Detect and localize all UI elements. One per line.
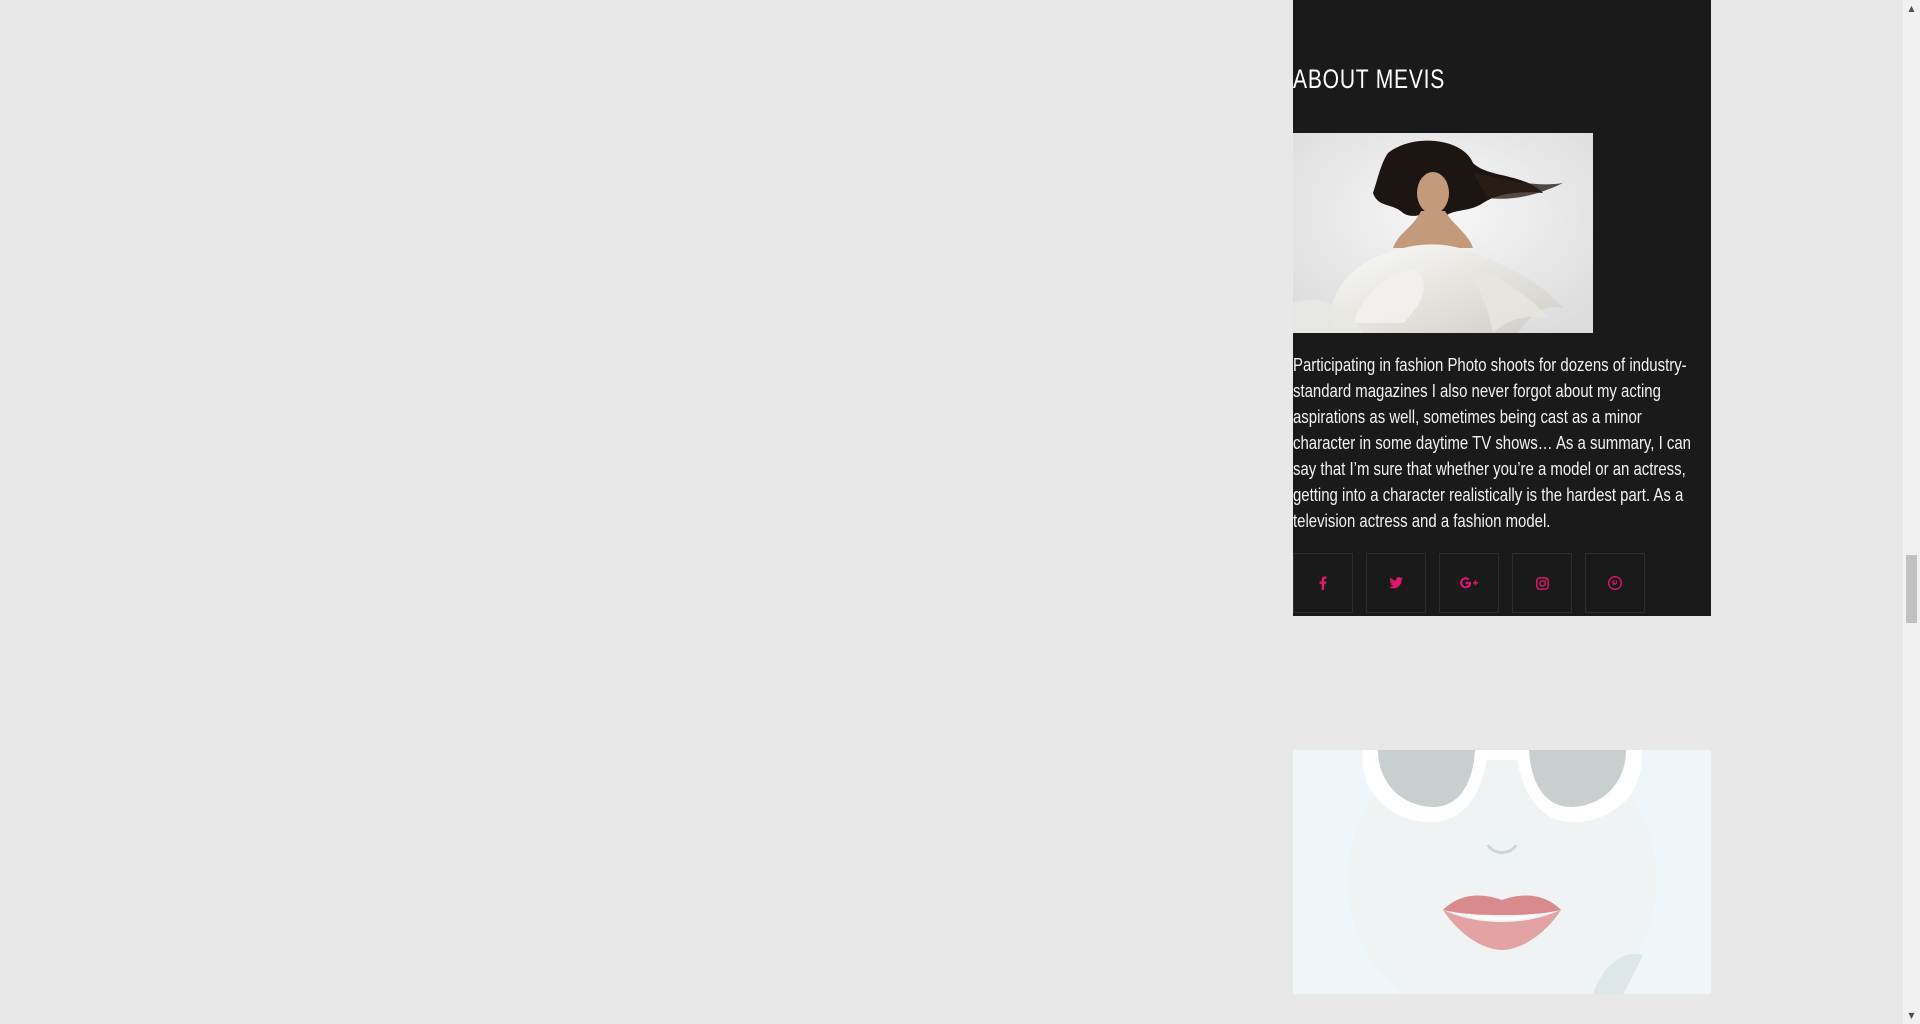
about-photo: [1293, 133, 1593, 333]
sunglasses-banner[interactable]: [1293, 750, 1711, 994]
google-plus-icon: [1460, 577, 1478, 589]
google-plus-button[interactable]: [1439, 553, 1499, 613]
facebook-button[interactable]: [1293, 553, 1353, 613]
scrollbar-thumb[interactable]: [1906, 555, 1917, 623]
sunglasses-banner-image: [1293, 750, 1711, 994]
about-title: ABOUT MEVIS: [1293, 64, 1446, 94]
twitter-button[interactable]: [1366, 553, 1426, 613]
instagram-button[interactable]: [1512, 553, 1572, 613]
vertical-scrollbar[interactable]: ▲ ▼: [1903, 0, 1920, 1024]
about-widget: ABOUT MEVIS Participating in fashion Pho…: [1293, 0, 1711, 616]
facebook-icon: [1319, 576, 1327, 590]
social-links: [1293, 553, 1645, 613]
pinterest-button[interactable]: [1585, 553, 1645, 613]
pinterest-icon: [1608, 576, 1622, 590]
scroll-down-arrow-icon[interactable]: ▼: [1903, 1007, 1920, 1024]
scroll-up-arrow-icon[interactable]: ▲: [1903, 0, 1920, 17]
model-photo-image: [1293, 133, 1593, 333]
page: ABOUT MEVIS Participating in fashion Pho…: [0, 0, 1920, 1024]
instagram-icon: [1535, 576, 1549, 590]
about-description: Participating in fashion Photo shoots fo…: [1293, 355, 1691, 531]
twitter-icon: [1389, 577, 1403, 589]
